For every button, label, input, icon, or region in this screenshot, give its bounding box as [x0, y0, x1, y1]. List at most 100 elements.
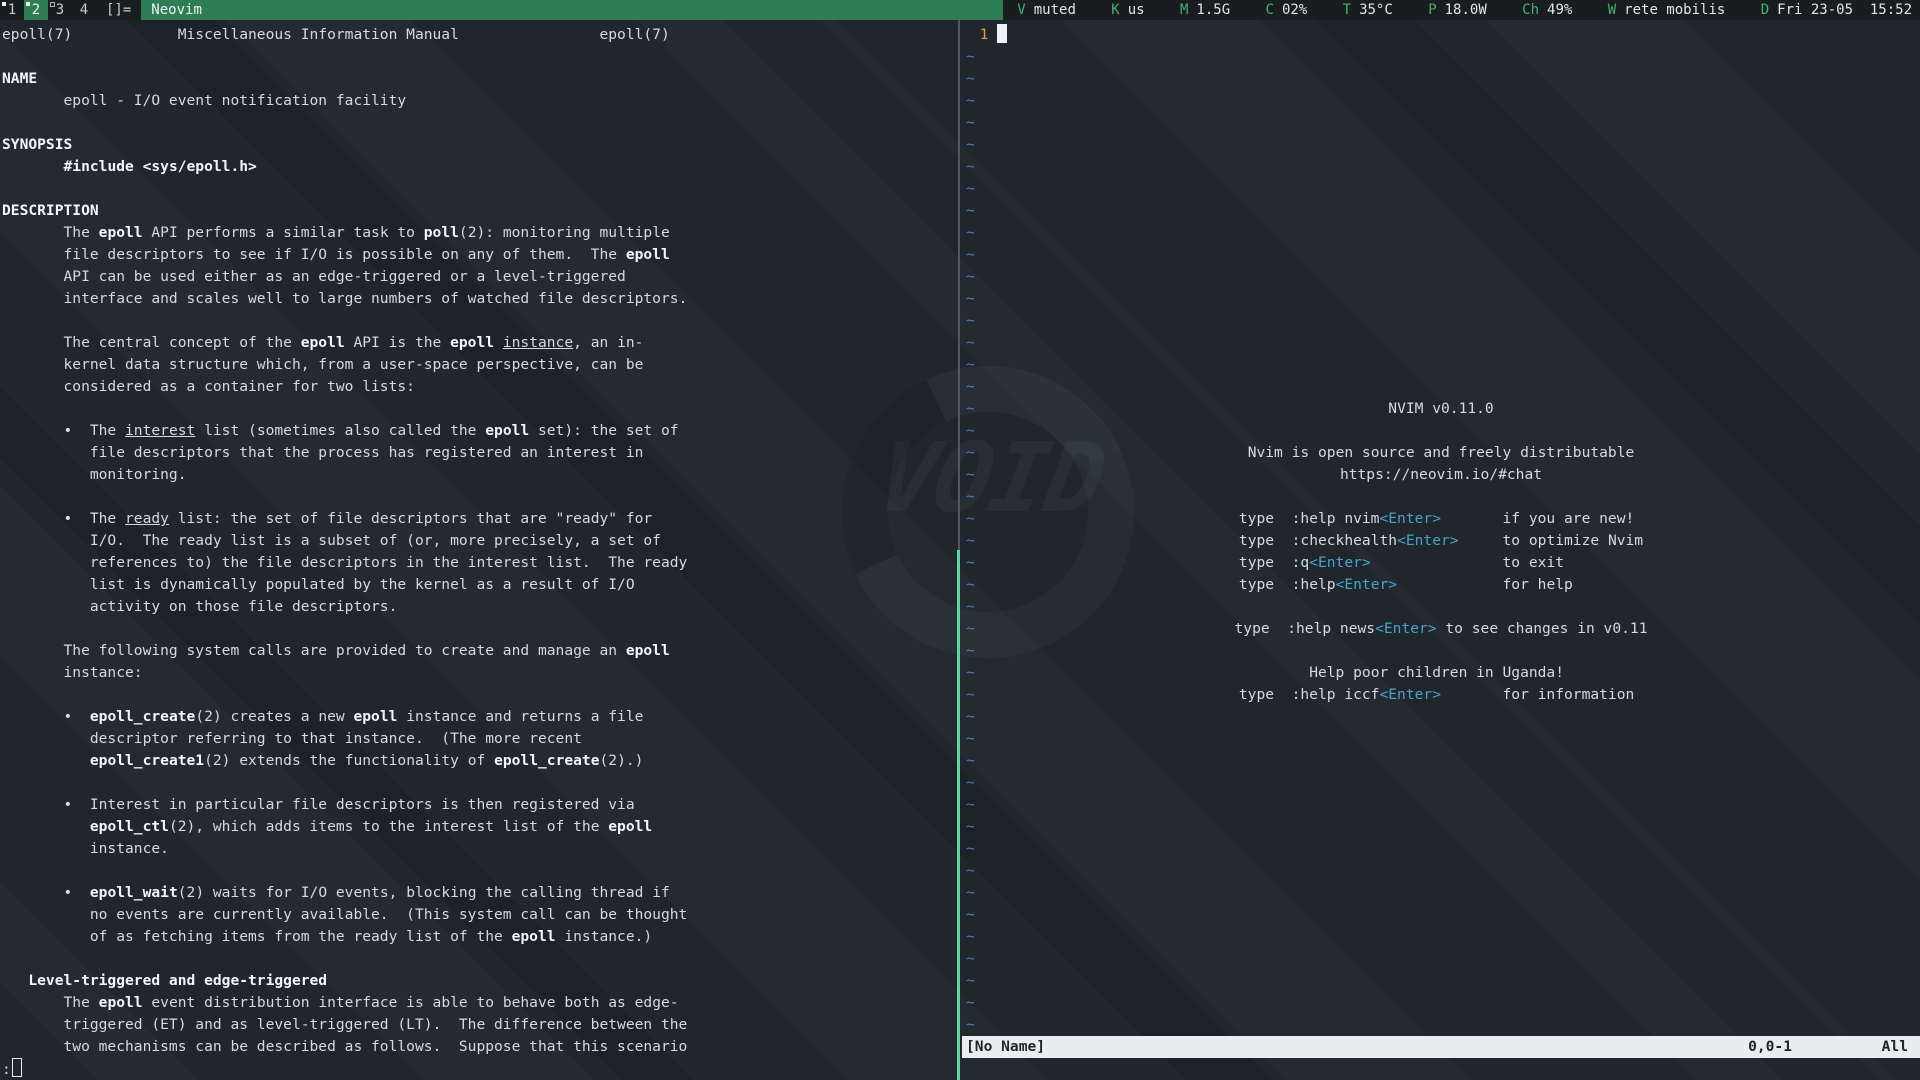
intro-line — [962, 486, 1920, 508]
man-line: file descriptors that the process has re… — [2, 442, 958, 464]
empty-line-tilde: ~ — [962, 200, 1920, 222]
man-line — [2, 860, 958, 882]
intro-line: Nvim is open source and freely distribut… — [962, 442, 1920, 464]
man-line — [2, 486, 958, 508]
man-line: The epoll API performs a similar task to… — [2, 222, 958, 244]
intro-line — [962, 596, 1920, 618]
empty-line-tilde: ~ — [962, 728, 1920, 750]
man-line: NAME — [2, 68, 958, 90]
empty-line-tilde: ~ — [962, 816, 1920, 838]
man-line: The epoll event distribution interface i… — [2, 992, 958, 1014]
nvim-cursor — [997, 24, 1007, 43]
man-line: • The interest list (sometimes also call… — [2, 420, 958, 442]
intro-line: type :help nvim<Enter> if you are new! — [962, 508, 1920, 530]
empty-line-tilde: ~ — [962, 772, 1920, 794]
man-line: • epoll_create(2) creates a new epoll in… — [2, 706, 958, 728]
intro-line: NVIM v0.11.0 — [962, 398, 1920, 420]
window-title: Neovim — [141, 0, 1003, 20]
intro-line: type :help news<Enter> to see changes in… — [962, 618, 1920, 640]
intro-line: Help poor children in Uganda! — [962, 662, 1920, 684]
empty-line-tilde: ~ — [962, 1014, 1920, 1036]
nvim-intro: NVIM v0.11.0 Nvim is open source and free… — [962, 398, 1920, 706]
empty-line-tilde: ~ — [962, 838, 1920, 860]
man-line — [2, 772, 958, 794]
man-line: • Interest in particular file descriptor… — [2, 794, 958, 816]
empty-line-tilde: ~ — [962, 178, 1920, 200]
empty-line-tilde: ~ — [962, 860, 1920, 882]
man-line: two mechanisms can be described as follo… — [2, 1036, 958, 1058]
man-line: • epoll_wait(2) waits for I/O events, bl… — [2, 882, 958, 904]
intro-line: type :help iccf<Enter> for information — [962, 684, 1920, 706]
empty-line-tilde: ~ — [962, 794, 1920, 816]
empty-line-tilde: ~ — [962, 948, 1920, 970]
status-charge: Ch49% — [1522, 0, 1572, 20]
pager-cursor — [12, 1058, 22, 1077]
tag-4[interactable]: 4 — [72, 0, 96, 20]
empty-line-tilde: ~ — [962, 112, 1920, 134]
line-number: 1 — [962, 26, 997, 43]
neovim-window[interactable]: 1 ~~~~~~~~~~~~~~~~~~~~~~~~~~~~~~~~~~~~~~… — [962, 20, 1920, 1080]
window-separator-top — [958, 20, 960, 550]
empty-line-tilde: ~ — [962, 310, 1920, 332]
empty-line-tilde: ~ — [962, 244, 1920, 266]
man-line: of as fetching items from the ready list… — [2, 926, 958, 948]
empty-line-tilde: ~ — [962, 68, 1920, 90]
empty-line-tilde: ~ — [962, 222, 1920, 244]
tag-indicator-filled — [2, 2, 6, 6]
pager-prompt-line[interactable]: : — [2, 1058, 958, 1080]
man-line: API can be used either as an edge-trigge… — [2, 266, 958, 288]
status-temp: T35°C — [1343, 0, 1393, 20]
man-page-window[interactable]: epoll(7) Miscellaneous Information Manua… — [0, 20, 958, 1080]
tag-indicator-filled — [26, 2, 30, 6]
statusline-filename: [No Name] — [966, 1036, 1045, 1058]
status-power: P18.0W — [1428, 0, 1487, 20]
intro-line: https://neovim.io/#chat — [962, 464, 1920, 486]
man-line — [2, 112, 958, 134]
man-line — [2, 398, 958, 420]
man-line: activity on those file descriptors. — [2, 596, 958, 618]
empty-line-tilde: ~ — [962, 156, 1920, 178]
empty-line-tilde: ~ — [962, 992, 1920, 1014]
tag-list: 1234 — [0, 0, 96, 20]
status-area: VmutedKusM1.5GC02%T35°CP18.0WCh49%Wrete … — [1003, 0, 1920, 20]
man-line: epoll_ctl(2), which adds items to the in… — [2, 816, 958, 838]
man-line: monitoring. — [2, 464, 958, 486]
empty-line-tilde: ~ — [962, 926, 1920, 948]
man-line — [2, 684, 958, 706]
tag-2[interactable]: 2 — [24, 0, 48, 20]
desktop: VOID 1234 []= Neovim VmutedKusM1.5GC02%T… — [0, 0, 1920, 1080]
man-line: references to) the file descriptors in t… — [2, 552, 958, 574]
status-volume: Vmuted — [1017, 0, 1076, 20]
status-cpu: C02% — [1266, 0, 1308, 20]
pager-prompt: : — [2, 1061, 11, 1078]
man-line: • The ready list: the set of file descri… — [2, 508, 958, 530]
window-separator-focused — [957, 550, 960, 1080]
intro-line: type :checkhealth<Enter> to optimize Nvi… — [962, 530, 1920, 552]
empty-line-tilde: ~ — [962, 904, 1920, 926]
intro-line: type :q<Enter> to exit — [962, 552, 1920, 574]
empty-line-tilde: ~ — [962, 970, 1920, 992]
layout-symbol[interactable]: []= — [96, 0, 141, 20]
empty-line-tilde: ~ — [962, 332, 1920, 354]
empty-line-tilde: ~ — [962, 354, 1920, 376]
man-line — [2, 178, 958, 200]
man-line: DESCRIPTION — [2, 200, 958, 222]
man-content: epoll(7) Miscellaneous Information Manua… — [2, 24, 958, 1058]
man-line: instance. — [2, 838, 958, 860]
nvim-cmdline[interactable] — [962, 1058, 1920, 1080]
man-line — [2, 46, 958, 68]
tag-3[interactable]: 3 — [48, 0, 72, 20]
tag-1[interactable]: 1 — [0, 0, 24, 20]
man-line: kernel data structure which, from a user… — [2, 354, 958, 376]
man-line: instance: — [2, 662, 958, 684]
status-wifi: Wrete mobilis — [1608, 0, 1726, 20]
top-bar: 1234 []= Neovim VmutedKusM1.5GC02%T35°CP… — [0, 0, 1920, 20]
man-line: The central concept of the epoll API is … — [2, 332, 958, 354]
man-line: no events are currently available. (This… — [2, 904, 958, 926]
empty-line-tilde: ~ — [962, 376, 1920, 398]
man-line: I/O. The ready list is a subset of (or, … — [2, 530, 958, 552]
intro-line — [962, 640, 1920, 662]
man-line: #include <sys/epoll.h> — [2, 156, 958, 178]
status-memory: M1.5G — [1180, 0, 1230, 20]
man-line: triggered (ET) and as level-triggered (L… — [2, 1014, 958, 1036]
